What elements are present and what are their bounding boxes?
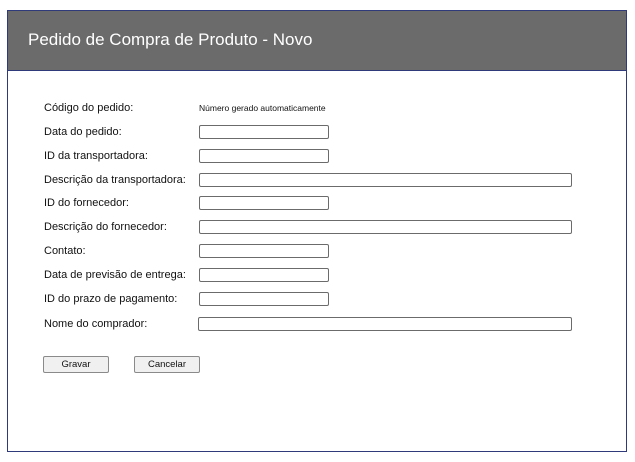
payment-term-input[interactable] (199, 292, 329, 306)
carrier-description-input[interactable] (199, 173, 572, 187)
carrier-id-label: ID da transportadora: (44, 150, 148, 162)
order-code-note: Número gerado automaticamente (199, 103, 326, 113)
contact-input[interactable] (199, 244, 329, 258)
buyer-name-label: Nome do comprador: (44, 318, 148, 330)
order-date-row: Data do pedido: (8, 123, 626, 143)
payment-term-row: ID do prazo de pagamento: (8, 290, 626, 310)
order-date-label: Data do pedido: (44, 126, 122, 138)
carrier-id-row: ID da transportadora: (8, 147, 626, 167)
purchase-order-window: Pedido de Compra de Produto - Novo Códig… (7, 10, 627, 452)
save-button[interactable]: Gravar (43, 356, 109, 373)
contact-row: Contato: (8, 242, 626, 262)
supplier-id-input[interactable] (199, 196, 329, 210)
carrier-id-input[interactable] (199, 149, 329, 163)
supplier-description-input[interactable] (199, 220, 572, 234)
contact-label: Contato: (44, 245, 86, 257)
delivery-forecast-input[interactable] (199, 268, 329, 282)
order-date-input[interactable] (199, 125, 329, 139)
cancel-button[interactable]: Cancelar (134, 356, 200, 373)
title-bar: Pedido de Compra de Produto - Novo (8, 11, 626, 71)
order-code-row: Código do pedido: Número gerado automati… (8, 99, 626, 119)
buyer-name-row: Nome do comprador: (8, 315, 626, 335)
payment-term-label: ID do prazo de pagamento: (44, 293, 178, 305)
carrier-description-row: Descrição da transportadora: (8, 171, 626, 191)
supplier-id-label: ID do fornecedor: (44, 197, 129, 209)
supplier-id-row: ID do fornecedor: (8, 194, 626, 214)
order-code-label: Código do pedido: (44, 102, 134, 114)
window-title: Pedido de Compra de Produto - Novo (28, 30, 313, 49)
delivery-forecast-label: Data de previsão de entrega: (44, 269, 186, 281)
delivery-forecast-row: Data de previsão de entrega: (8, 266, 626, 286)
supplier-description-row: Descrição do fornecedor: (8, 218, 626, 238)
carrier-description-label: Descrição da transportadora: (44, 174, 186, 186)
buyer-name-input[interactable] (198, 317, 572, 331)
supplier-description-label: Descrição do fornecedor: (44, 221, 167, 233)
